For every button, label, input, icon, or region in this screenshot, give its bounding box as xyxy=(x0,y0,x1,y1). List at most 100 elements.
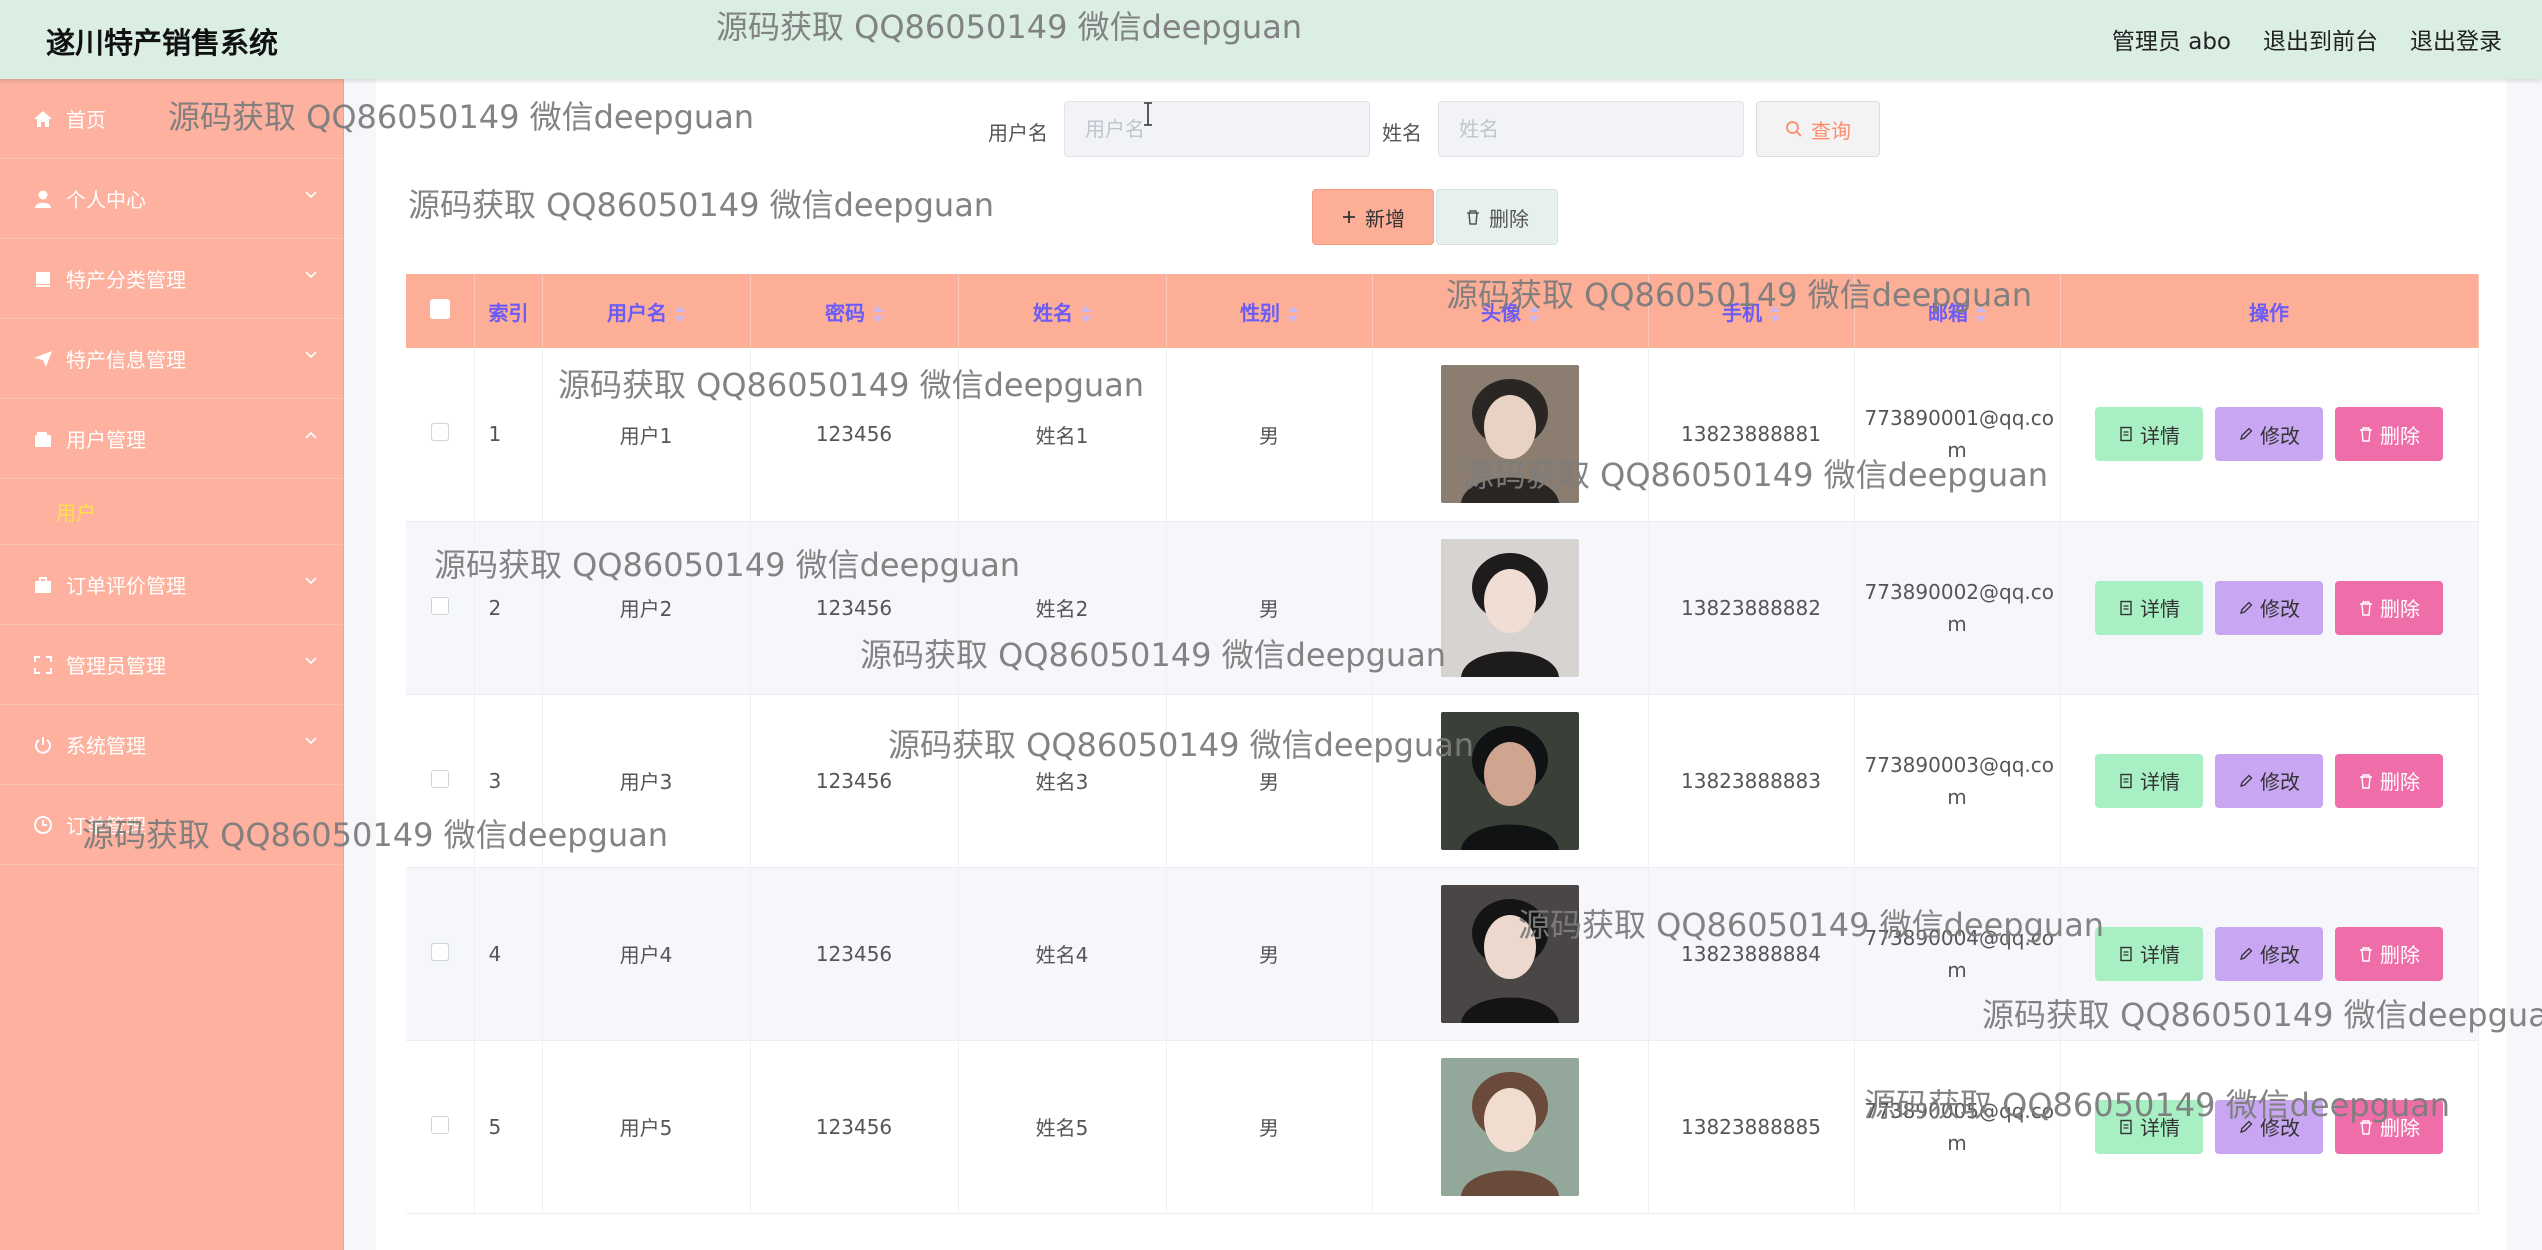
edit-label: 修改 xyxy=(2260,943,2300,967)
book-icon xyxy=(32,268,54,290)
email-cell: 773890003@qq.co m xyxy=(1854,694,2061,868)
sort-icon[interactable] xyxy=(1081,306,1091,322)
frame-icon xyxy=(32,654,54,676)
password-cell: 123456 xyxy=(750,867,959,1041)
delete-button[interactable]: 删除 xyxy=(2335,580,2443,635)
detail-label: 详情 xyxy=(2140,943,2180,967)
index-cell: 1 xyxy=(474,348,543,522)
phone-cell: 13823888883 xyxy=(1648,694,1855,868)
batch-delete-label: 删除 xyxy=(1489,206,1529,231)
row-checkbox[interactable] xyxy=(430,769,449,788)
sidebar-item-system[interactable]: 系统管理 xyxy=(0,705,343,785)
avatar[interactable] xyxy=(1441,538,1579,677)
column-header-name[interactable]: 姓名 xyxy=(958,274,1167,348)
exit-to-front-link[interactable]: 退出到前台 xyxy=(2263,22,2378,56)
watermark-text: 源码获取 QQ86050149 微信deepguan xyxy=(716,8,1303,46)
logout-link[interactable]: 退出登录 xyxy=(2410,22,2502,56)
phone-cell: 13823888882 xyxy=(1648,521,1855,695)
column-header-actions: 操作 xyxy=(2060,274,2479,348)
sort-icon[interactable] xyxy=(873,306,883,322)
edit-button[interactable]: 修改 xyxy=(2215,926,2323,981)
delete-button[interactable]: 删除 xyxy=(2335,753,2443,808)
gender-cell: 男 xyxy=(1166,348,1373,522)
name-search-input[interactable] xyxy=(1438,101,1744,157)
column-header-label: 密码 xyxy=(825,300,865,325)
row-select-cell xyxy=(406,867,475,1041)
column-header-gender[interactable]: 性别 xyxy=(1166,274,1373,348)
chevron-up-icon xyxy=(305,431,317,439)
batch-delete-button[interactable]: 删除 xyxy=(1436,189,1558,245)
detail-label: 详情 xyxy=(2140,770,2180,794)
username-search-label: 用户名 xyxy=(988,121,1048,145)
email-line: m xyxy=(1947,784,1967,809)
detail-button[interactable]: 详情 xyxy=(2095,926,2203,981)
watermark-text: 源码获取 QQ86050149 微信deepguan xyxy=(860,636,1447,674)
detail-button[interactable]: 详情 xyxy=(2095,407,2203,462)
detail-button[interactable]: 详情 xyxy=(2095,753,2203,808)
row-checkbox[interactable] xyxy=(430,942,449,961)
sort-icon[interactable] xyxy=(675,306,685,322)
sidebar-item-admin[interactable]: 管理员管理 xyxy=(0,625,343,705)
sidebar-subitem-user[interactable]: 用户 xyxy=(0,479,343,545)
sidebar: 首页 个人中心 特产分类管理 特产信息管理 用户管理 用户 订单评价管理 管理员… xyxy=(0,79,344,1250)
edit-icon xyxy=(2240,601,2253,614)
plus-icon xyxy=(1343,211,1355,223)
avatar[interactable] xyxy=(1441,1057,1579,1196)
sidebar-item-personal[interactable]: 个人中心 xyxy=(0,159,343,239)
add-button[interactable]: 新增 xyxy=(1312,189,1434,245)
edit-button[interactable]: 修改 xyxy=(2215,407,2323,462)
clock-icon xyxy=(32,814,54,836)
column-header-username[interactable]: 用户名 xyxy=(542,274,751,348)
delete-button[interactable]: 删除 xyxy=(2335,926,2443,981)
name-search-label: 姓名 xyxy=(1382,121,1422,145)
index-cell: 4 xyxy=(474,867,543,1041)
delete-button[interactable]: 删除 xyxy=(2335,407,2443,462)
sidebar-item-label: 特产信息管理 xyxy=(66,348,186,372)
admin-user-label[interactable]: 管理员 abo xyxy=(2112,22,2231,56)
delete-label: 删除 xyxy=(2380,597,2420,621)
edit-button[interactable]: 修改 xyxy=(2215,580,2323,635)
person-icon xyxy=(32,188,54,210)
watermark-text: 源码获取 QQ86050149 微信deepguan xyxy=(408,186,995,224)
chevron-down-icon xyxy=(305,271,317,279)
row-checkbox[interactable] xyxy=(430,423,449,442)
sidebar-item-label: 个人中心 xyxy=(66,188,146,212)
email-cell: 773890005@qq.co m xyxy=(1854,1040,2061,1214)
actions-cell: 详情 修改 删除 xyxy=(2060,348,2479,522)
row-checkbox[interactable] xyxy=(430,1115,449,1134)
detail-label: 详情 xyxy=(2140,423,2180,448)
email-line: m xyxy=(1947,1130,1967,1155)
email-text: 773890003@qq.co m xyxy=(1855,749,2060,813)
username-search-input[interactable] xyxy=(1064,101,1370,157)
actions-cell: 详情 修改 删除 xyxy=(2060,1040,2479,1214)
name-cell: 姓名5 xyxy=(958,1040,1167,1214)
phone-cell: 13823888884 xyxy=(1648,867,1855,1041)
watermark-text: 源码获取 QQ86050149 微信deepguan xyxy=(1446,276,2033,314)
table-header-row: 索引 用户名 密码 姓名 性别 头像 手机 邮箱 操作 xyxy=(406,274,2479,348)
sidebar-item-order-review[interactable]: 订单评价管理 xyxy=(0,545,343,625)
row-select-cell xyxy=(406,1040,475,1214)
query-button[interactable]: 查询 xyxy=(1756,101,1880,157)
gender-cell: 男 xyxy=(1166,867,1373,1041)
select-all-checkbox[interactable] xyxy=(429,298,450,319)
delete-label: 删除 xyxy=(2380,770,2420,794)
sidebar-item-product[interactable]: 特产信息管理 xyxy=(0,319,343,399)
email-line: m xyxy=(1947,957,1967,982)
chevron-down-icon xyxy=(305,191,317,199)
watermark-text: 源码获取 QQ86050149 微信deepguan xyxy=(434,546,1021,584)
sidebar-item-user-management[interactable]: 用户管理 xyxy=(0,399,343,479)
sidebar-item-category[interactable]: 特产分类管理 xyxy=(0,239,343,319)
edit-icon xyxy=(2240,774,2253,787)
trash-icon xyxy=(2360,773,2372,789)
row-checkbox[interactable] xyxy=(430,596,449,615)
edit-button[interactable]: 修改 xyxy=(2215,753,2323,808)
sort-icon[interactable] xyxy=(1288,306,1298,322)
add-button-label: 新增 xyxy=(1365,206,1405,231)
detail-button[interactable]: 详情 xyxy=(2095,580,2203,635)
email-line: 773890001@qq.co xyxy=(1864,406,2055,431)
column-header-label: 性别 xyxy=(1240,300,1280,325)
email-line: 773890003@qq.co xyxy=(1864,752,2055,777)
delete-label: 删除 xyxy=(2380,943,2420,967)
column-header-password[interactable]: 密码 xyxy=(750,274,959,348)
username-cell: 用户4 xyxy=(542,867,751,1041)
